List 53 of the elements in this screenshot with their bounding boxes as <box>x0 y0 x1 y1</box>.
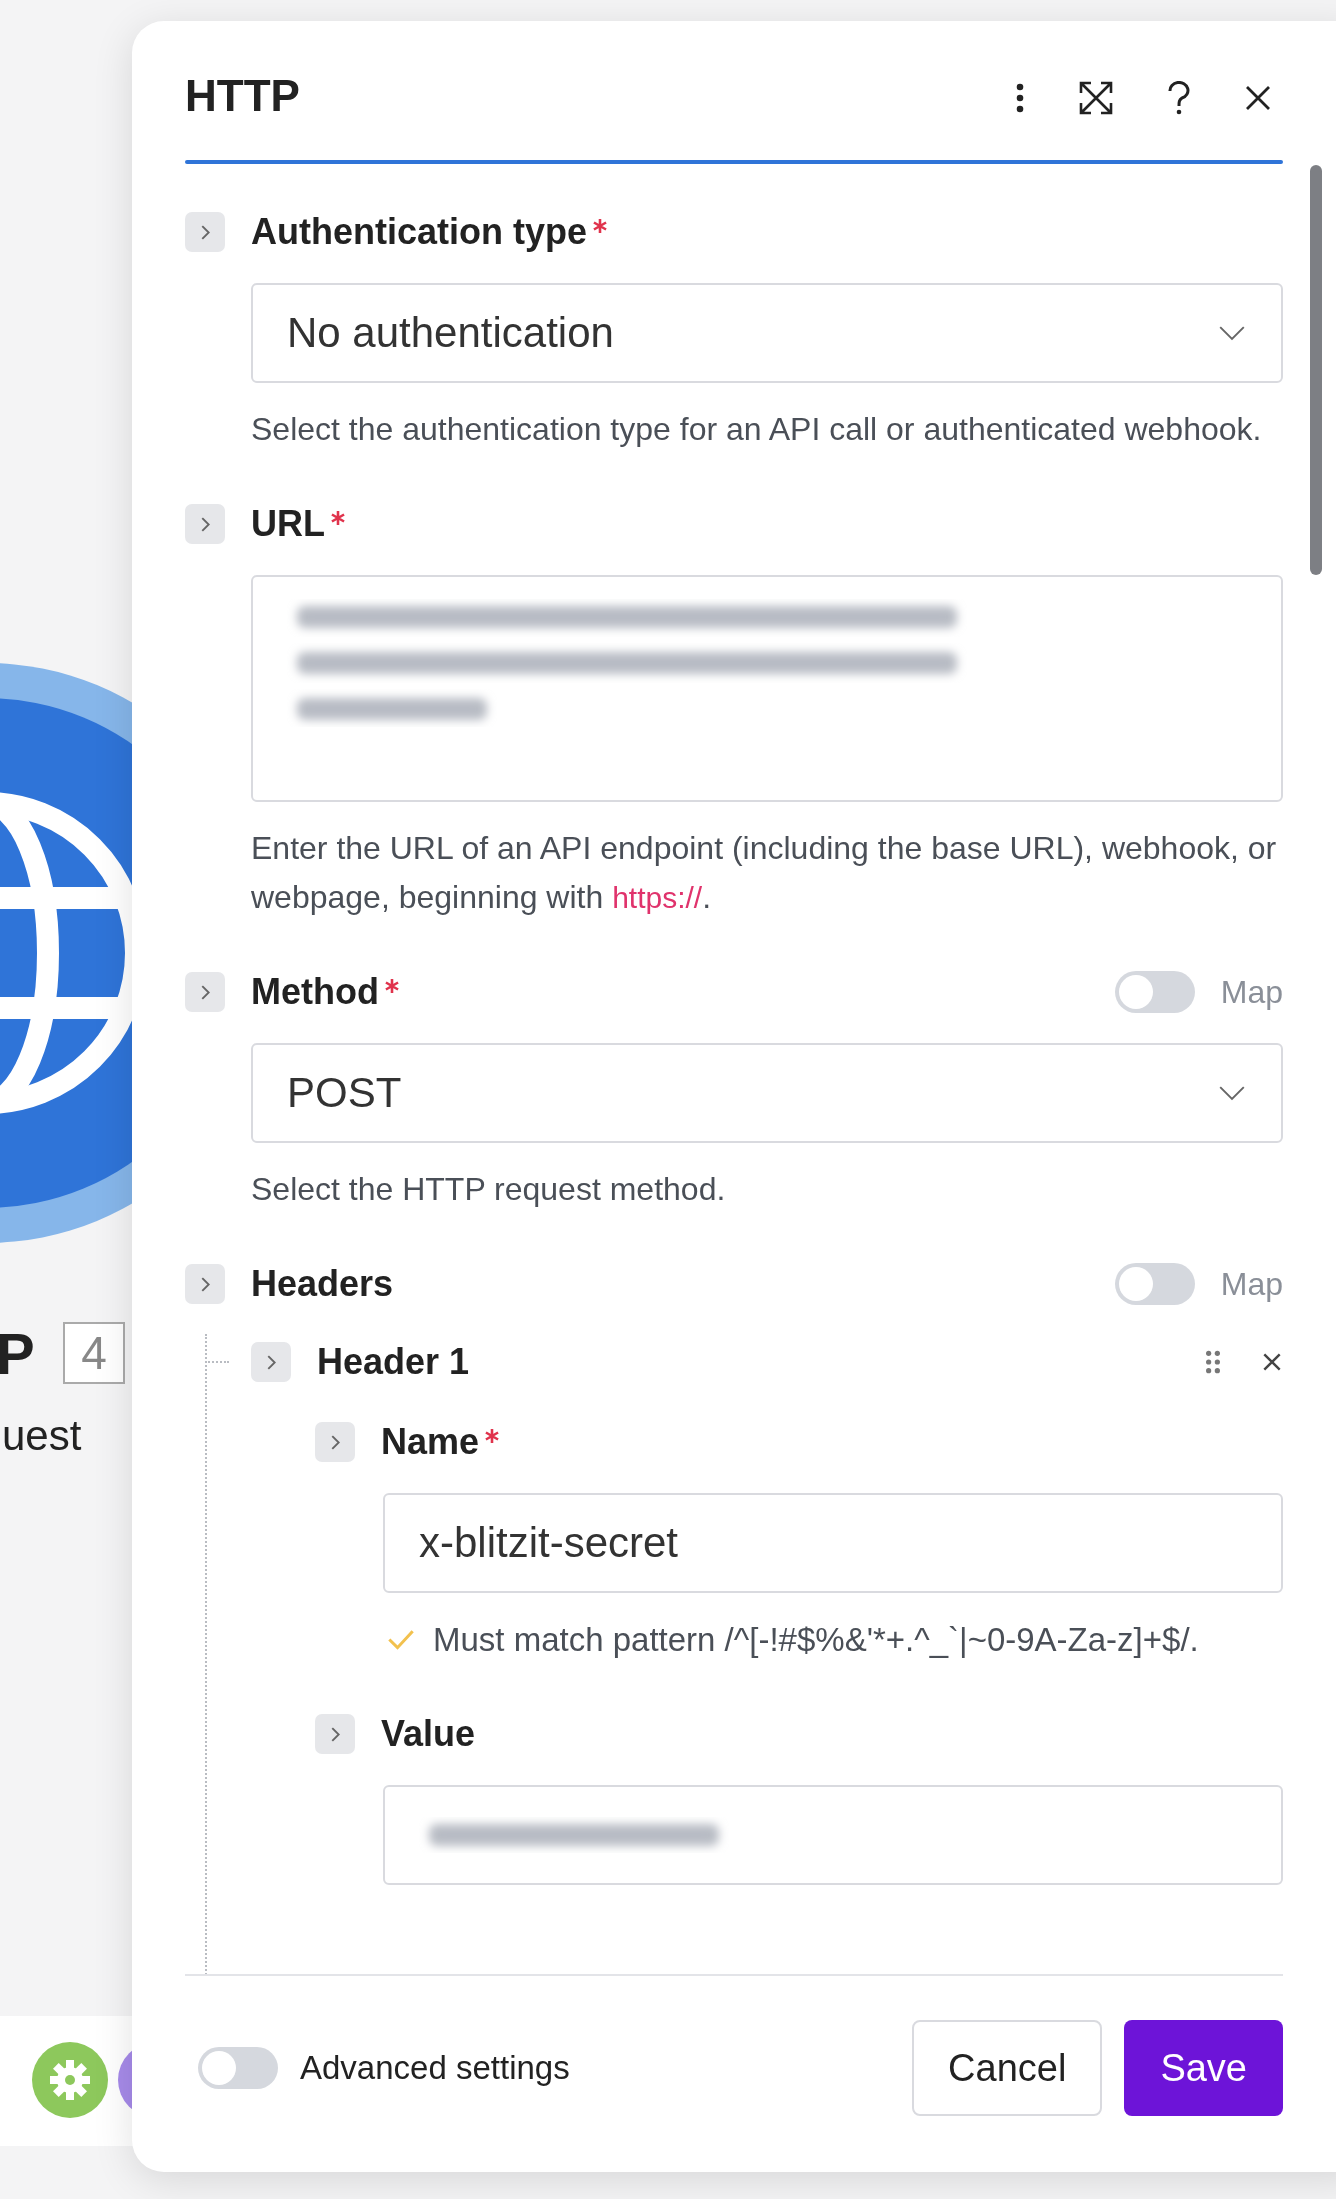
more-icon[interactable] <box>1015 82 1025 113</box>
map-label: Map <box>1220 973 1283 1011</box>
gear-icon[interactable] <box>30 2040 110 2120</box>
expand-button[interactable] <box>185 504 225 544</box>
chevron-right-icon <box>200 224 210 240</box>
expand-icon[interactable] <box>1079 80 1113 115</box>
scrollbar-thumb[interactable] <box>1310 165 1322 575</box>
help-text: Select the HTTP request method. <box>251 1170 727 1209</box>
field-label: Method <box>251 971 379 1013</box>
field-label: Name <box>381 1421 480 1463</box>
chevron-right-icon <box>330 1434 340 1450</box>
text-input-field[interactable] <box>383 1785 1283 1885</box>
expand-button[interactable] <box>185 1264 225 1304</box>
url-input-field[interactable] <box>251 575 1283 802</box>
map-toggle[interactable] <box>1114 971 1195 1013</box>
close-icon[interactable] <box>1245 84 1271 111</box>
map-toggle[interactable] <box>1114 1263 1195 1305</box>
drag-handle-icon[interactable] <box>1205 1350 1221 1374</box>
help-text: Select the authentication type for an API call or authenticated webhook. <box>251 410 1263 449</box>
validation-text: Must match pattern /^[-!#$%&'*+.^_`|~0-9A-Za-z]+$/. <box>433 1620 1199 1659</box>
cancel-button[interactable]: Cancel <box>912 2020 1103 2116</box>
advanced-settings-toggle[interactable] <box>198 2047 278 2089</box>
chevron-right-icon <box>200 1276 210 1292</box>
help-link[interactable]: https:// <box>612 881 703 914</box>
expand-button[interactable] <box>185 212 225 252</box>
chevron-right-icon <box>266 1354 276 1370</box>
chevron-right-icon <box>200 984 210 1000</box>
save-button[interactable]: Save <box>1124 2020 1283 2116</box>
field-label: Headers <box>251 1263 394 1305</box>
expand-button[interactable] <box>185 972 225 1012</box>
help-text: Enter the URL of an API endpoint (including the base URL), webhook, or webpage, beginning with https://. <box>251 829 1278 917</box>
text-input-field[interactable]: x-blitzit-secret <box>383 1493 1283 1593</box>
module-badge: 4 <box>63 1322 125 1384</box>
field-label: Value <box>381 1713 476 1755</box>
expand-button[interactable] <box>315 1714 355 1754</box>
advanced-settings-label: Advanced settings <box>300 2049 570 2087</box>
field-label: URL <box>251 503 325 545</box>
chevron-down-icon <box>1219 1085 1245 1101</box>
dialog-title: HTTP <box>185 69 301 121</box>
chevron-down-icon <box>1219 325 1245 341</box>
map-label: Map <box>1220 1265 1283 1303</box>
remove-icon[interactable] <box>1261 1351 1283 1373</box>
select-field[interactable]: No authentication <box>251 283 1283 383</box>
select-field[interactable]: POST <box>251 1043 1283 1143</box>
field-label: Authentication type <box>251 211 587 253</box>
chevron-right-icon <box>330 1726 340 1742</box>
chevron-right-icon <box>200 516 210 532</box>
module-title: P <box>0 1320 35 1387</box>
header-item-label: Header 1 <box>317 1341 470 1383</box>
help-icon[interactable] <box>1167 80 1191 115</box>
expand-button[interactable] <box>251 1342 291 1382</box>
expand-button[interactable] <box>315 1422 355 1462</box>
module-subtitle: uest <box>2 1412 82 1460</box>
